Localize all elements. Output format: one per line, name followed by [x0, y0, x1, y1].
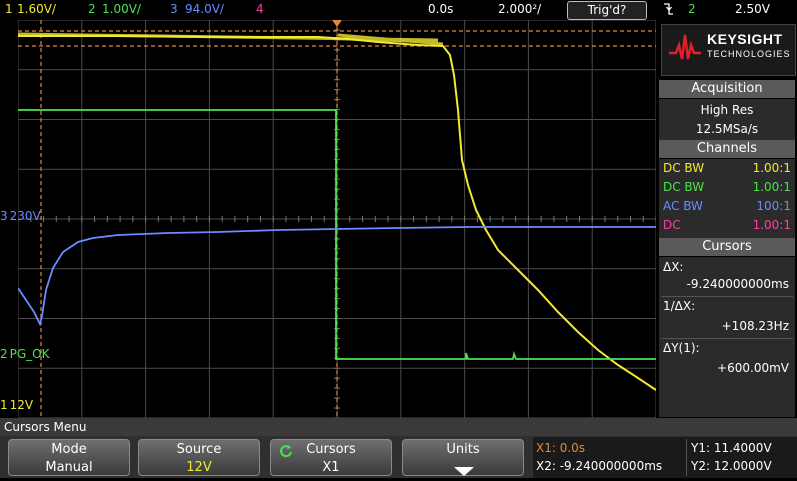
brand-name: KEYSIGHT	[707, 31, 783, 47]
menu-title: Cursors Menu	[0, 418, 797, 436]
acquisition-header[interactable]: Acquisition	[659, 80, 795, 98]
trigger-channel[interactable]: 2	[688, 2, 696, 16]
channel-row-3: AC BW 100:1	[663, 199, 791, 213]
mode-label: Mode	[51, 442, 87, 457]
cursors-value: X1	[322, 460, 340, 475]
ch1-number[interactable]: 1	[5, 2, 13, 16]
inv-delta-x-label: 1/ΔX:	[663, 299, 696, 313]
channels-header[interactable]: Channels	[659, 140, 795, 158]
mode-value: Manual	[45, 460, 93, 475]
cursors-header[interactable]: Cursors	[659, 238, 795, 256]
channel-row-1: DC BW 1.00:1	[663, 161, 791, 175]
ch2-number[interactable]: 2	[88, 2, 96, 16]
cursors-info: ΔX: -9.240000000ms 1/ΔX: +108.23Hz ΔY(1)…	[659, 257, 795, 417]
waveform-traces	[18, 32, 656, 391]
acq-rate: 12.5MSa/s	[695, 122, 759, 136]
ch3-label: 230V	[9, 209, 41, 223]
x2-readout: X2: -9.240000000ms	[536, 459, 663, 473]
source-label: Source	[176, 442, 222, 457]
time-offset[interactable]: 0.0s	[428, 2, 453, 16]
mode-softkey[interactable]: Mode Manual	[8, 439, 130, 476]
source-softkey[interactable]: Source 12V	[138, 439, 260, 476]
ch3-trace	[18, 226, 656, 327]
acquisition-info: High Res 12.5MSa/s	[659, 99, 795, 143]
ch4-number[interactable]: 4	[256, 2, 264, 16]
source-value: 12V	[186, 460, 212, 475]
y1-readout: Y1: 11.4000V	[691, 441, 772, 455]
cursors-label: Cursors	[306, 442, 356, 457]
info-panel: KEYSIGHT TECHNOLOGIES Acquisition High R…	[657, 20, 797, 418]
units-label: Units	[446, 442, 480, 457]
ch2-scale[interactable]: 1.00V/	[102, 2, 141, 16]
submenu-down-arrow-icon	[452, 462, 476, 481]
ch1-ground-marker[interactable]: 1 12V	[0, 398, 33, 412]
trigger-level[interactable]: 2.50V	[735, 2, 770, 16]
channels-info: DC BW 1.00:1 DC BW 1.00:1 AC BW 100:1 DC 1.0…	[659, 159, 795, 239]
delta-y-value: +600.00mV	[717, 361, 789, 375]
falling-edge-icon	[662, 1, 674, 20]
keysight-wave-icon	[669, 34, 701, 60]
ch2-label: PG_OK	[9, 347, 50, 361]
trigger-status-button[interactable]: Trig'd?	[567, 1, 647, 20]
divider	[661, 296, 793, 297]
keysight-logo: KEYSIGHT TECHNOLOGIES	[661, 24, 796, 76]
ch3-number[interactable]: 3	[170, 2, 178, 16]
delta-x-label: ΔX:	[663, 260, 684, 274]
inv-delta-x-value: +108.23Hz	[721, 319, 789, 333]
cursor-readout: X1: 0.0s X2: -9.240000000ms Y1: 11.4000V…	[533, 437, 797, 478]
ch2-ground-marker[interactable]: 2 PG_OK	[0, 347, 50, 361]
ch2-trace	[18, 109, 656, 360]
x1-readout: X1: 0.0s	[536, 441, 586, 455]
units-softkey[interactable]: Units	[402, 439, 524, 476]
ch3-scale[interactable]: 94.0V/	[185, 2, 224, 16]
ch1-scale[interactable]: 1.60V/	[17, 2, 56, 16]
y2-readout: Y2: 12.0000V	[691, 459, 772, 473]
divider	[686, 439, 687, 476]
divider	[661, 338, 793, 339]
ch3-ground-marker[interactable]: 3 230V	[0, 209, 41, 223]
acq-mode: High Res	[700, 103, 754, 117]
status-bar: 1 1.60V/ 2 1.00V/ 3 94.0V/ 4 0.0s 2.000²…	[0, 0, 797, 20]
delta-y-label: ΔY(1):	[663, 341, 700, 355]
delta-x-value: -9.240000000ms	[686, 277, 789, 291]
waveform-display[interactable]	[18, 20, 656, 418]
ch1-trace	[18, 35, 656, 391]
ch1-label: 12V	[9, 398, 34, 412]
cursors-softkey[interactable]: Cursors X1	[270, 439, 392, 476]
channel-row-4: DC 1.00:1	[663, 218, 791, 232]
channel-row-2: DC BW 1.00:1	[663, 180, 791, 194]
time-scale[interactable]: 2.000²/	[498, 2, 541, 16]
brand-subtitle: TECHNOLOGIES	[707, 49, 791, 59]
